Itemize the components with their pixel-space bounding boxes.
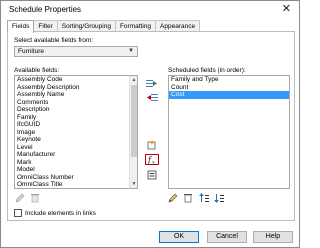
- move-up-icon: [199, 192, 209, 202]
- list-item[interactable]: Comments: [15, 99, 137, 107]
- fields-panel: Select available fields from: Furniture …: [7, 31, 295, 221]
- list-item[interactable]: Description: [15, 106, 137, 114]
- scrollbar-thumb[interactable]: [131, 85, 137, 157]
- delete-icon: [31, 193, 39, 202]
- include-links-label: Include elements in links: [25, 210, 96, 217]
- scheduled-fields-list[interactable]: Family and Type Count Cost: [168, 75, 290, 189]
- schedule-properties-dialog: Schedule Properties ✕ Fields Filter Sort…: [0, 0, 300, 248]
- move-down-button[interactable]: [212, 192, 226, 203]
- list-item[interactable]: Level: [15, 144, 137, 152]
- dialog-title: Schedule Properties: [9, 5, 82, 14]
- formula-icon: f x: [147, 156, 155, 165]
- list-item[interactable]: Manufacturer: [15, 151, 137, 159]
- list-item[interactable]: OmniClass Number: [15, 174, 137, 182]
- edit-available-button[interactable]: [13, 192, 27, 203]
- category-dropdown[interactable]: Furniture ▼: [14, 46, 138, 57]
- list-item[interactable]: Count: [169, 84, 289, 92]
- list-item[interactable]: IfcGUID: [15, 121, 137, 129]
- available-fields-scrollbar[interactable]: ▲ ▼: [129, 76, 137, 188]
- list-item[interactable]: OmniClass Title: [15, 181, 137, 188]
- new-parameter-icon: [147, 139, 156, 149]
- chevron-down-icon: ▼: [128, 48, 134, 54]
- edit-icon: [168, 193, 178, 202]
- remove-field-icon: [147, 94, 158, 101]
- available-fields-list[interactable]: Assembly Code Assembly Description Assembl…: [14, 75, 138, 189]
- tab-fields[interactable]: Fields: [7, 20, 35, 33]
- list-item-selected[interactable]: Cost: [169, 91, 289, 99]
- list-item[interactable]: Assembly Description: [15, 84, 137, 92]
- scheduled-fields-label: Scheduled fields (in order):: [168, 67, 246, 74]
- scroll-up-icon[interactable]: ▲: [130, 76, 137, 84]
- list-item[interactable]: Family and Type: [169, 76, 289, 84]
- delete-available-button[interactable]: [28, 192, 42, 203]
- combine-parameters-button[interactable]: [145, 169, 159, 180]
- help-button[interactable]: Help: [253, 231, 293, 243]
- available-fields-items: Assembly Code Assembly Description Assembl…: [15, 76, 137, 188]
- delete-scheduled-button[interactable]: [181, 192, 195, 203]
- close-icon[interactable]: ✕: [282, 3, 291, 15]
- new-parameter-button[interactable]: [145, 139, 159, 150]
- title-bar: Schedule Properties ✕: [1, 1, 299, 19]
- add-field-icon: [146, 80, 157, 87]
- move-down-icon: [214, 193, 224, 203]
- cancel-button[interactable]: Cancel: [207, 231, 247, 243]
- list-item[interactable]: Model: [15, 166, 137, 174]
- list-item[interactable]: Assembly Name: [15, 91, 137, 99]
- add-field-button[interactable]: [145, 78, 159, 89]
- svg-text:x: x: [152, 160, 155, 165]
- ok-button[interactable]: OK: [159, 231, 199, 243]
- delete-icon: [184, 193, 192, 202]
- list-item[interactable]: Keynote: [15, 136, 137, 144]
- list-item[interactable]: Image: [15, 129, 137, 137]
- edit-scheduled-button[interactable]: [166, 192, 180, 203]
- calculated-value-button[interactable]: f x: [145, 154, 159, 165]
- list-item[interactable]: Mark: [15, 159, 137, 167]
- list-item[interactable]: Family: [15, 114, 137, 122]
- combine-parameters-icon: [147, 170, 157, 179]
- select-from-label: Select available fields from:: [14, 37, 94, 44]
- category-dropdown-value: Furniture: [18, 48, 45, 55]
- remove-field-button[interactable]: [145, 92, 159, 103]
- list-item[interactable]: Assembly Code: [15, 76, 137, 84]
- include-links-checkbox[interactable]: [14, 209, 22, 217]
- available-fields-label: Available fields:: [14, 67, 60, 74]
- edit-icon: [15, 193, 25, 202]
- scroll-down-icon[interactable]: ▼: [130, 180, 137, 188]
- move-up-button[interactable]: [197, 192, 211, 203]
